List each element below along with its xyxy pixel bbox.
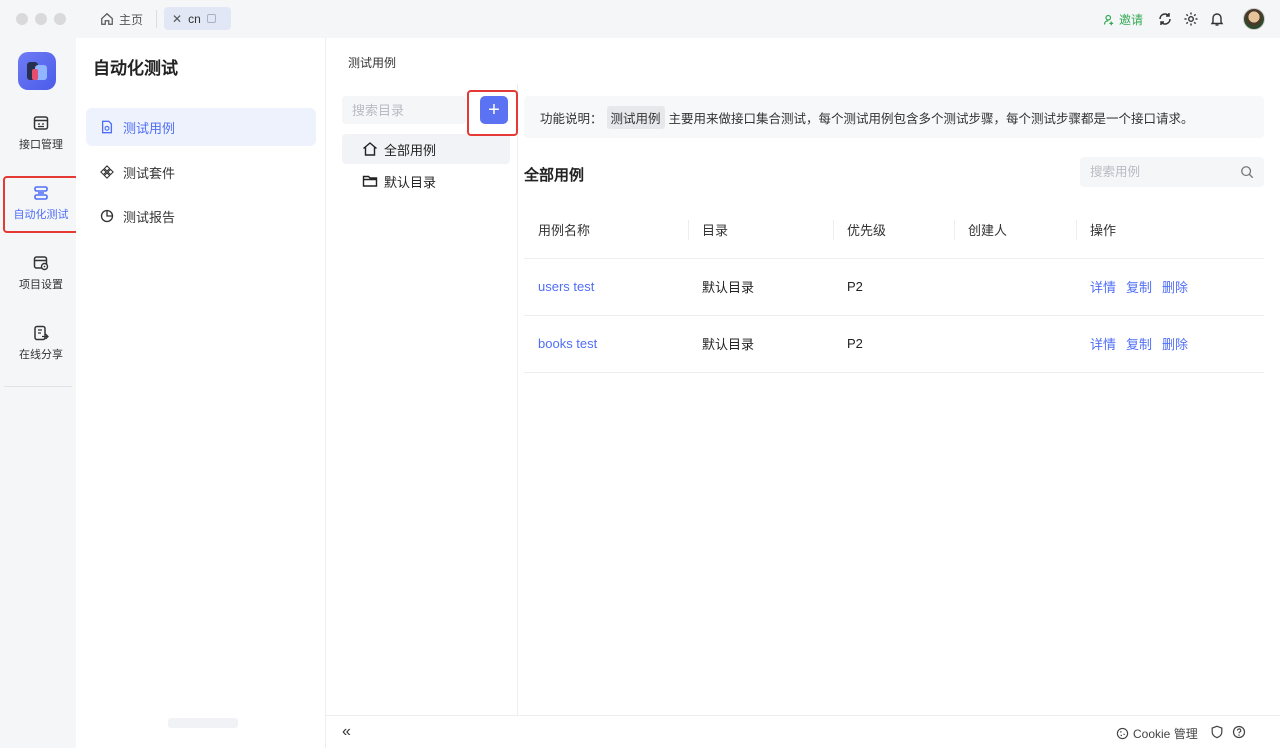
case-directory: 默认目录 [688,315,833,373]
column-header: 优先级 [833,202,954,259]
case-priority: P2 [833,315,954,373]
case-creator [954,315,1076,373]
settings-panel-icon [33,255,49,270]
sidebar-item-project-settings[interactable]: 项目设置 [4,246,78,300]
home-icon [101,12,113,25]
shield-icon[interactable] [1210,725,1224,739]
directory-panel: + 全部用例 默认目录 [326,84,518,715]
sidebar-item-api-management[interactable]: 接口管理 [4,106,78,160]
window-close-button[interactable] [16,13,28,25]
detail-button[interactable]: 详情 [1090,280,1116,295]
table-header-row: 用例名称 目录 优先级 创建人 操作 [524,202,1264,259]
sidebar-item-online-share[interactable]: 在线分享 [4,316,78,370]
highlight-box-nav [3,176,79,233]
column-header: 创建人 [954,202,1076,259]
menu-item-test-suites[interactable]: 测试套件 [86,153,316,191]
description-prefix: 功能说明： [540,111,603,126]
menu-item-test-reports[interactable]: 测试报告 [86,197,316,235]
table-row: books test 默认目录 P2 详情 复制 删除 [524,315,1264,373]
folder-icon [362,175,378,187]
avatar[interactable] [1243,8,1265,30]
faded-logo [168,718,238,728]
description-text: 主要用来做接口集合测试，每个测试用例包含多个测试步骤，每个测试步骤都是一个接口请… [668,111,1194,126]
tab-project-label: cn [188,11,201,26]
copy-button[interactable]: 复制 [1126,337,1152,352]
cookie-icon [1116,727,1129,740]
open-external-icon[interactable] [206,14,216,23]
tab-separator [156,10,157,28]
help-icon[interactable] [1232,725,1246,739]
app-sidebar: 接口管理 自动化测试 项目设置 在线分享 [0,38,76,748]
bottom-bar: « Cookie 管理 [326,715,1280,748]
list-title: 全部用例 [524,167,585,184]
sidebar-divider [4,386,72,387]
delete-button[interactable]: 删除 [1162,280,1188,295]
menu-item-test-cases[interactable]: 测试用例 [86,108,316,146]
sidebar-item-label: 在线分享 [19,348,63,361]
share-doc-icon [34,325,49,340]
collapse-sidebar-button[interactable]: « [342,723,351,741]
case-search [1080,157,1264,187]
directory-item-label: 全部用例 [384,142,437,158]
highlight-box-add [467,90,518,136]
directory-item-label: 默认目录 [384,174,437,190]
case-search-input[interactable] [1080,157,1230,187]
case-content: 功能说明： 测试用例 主要用来做接口集合测试，每个测试用例包含多个测试步骤，每个… [524,84,1268,715]
tab-home[interactable]: 主页 [100,8,143,30]
invite-label: 邀请 [1119,13,1144,27]
detail-button[interactable]: 详情 [1090,337,1116,352]
cookie-manager-button[interactable]: Cookie 管理 [1116,725,1198,742]
case-actions: 详情 复制 删除 [1076,315,1264,373]
menu-item-label: 测试报告 [123,209,176,225]
tab-project[interactable]: ✕ cn [164,7,231,30]
menu-item-label: 测试用例 [123,120,176,136]
title-bar: 主页 ✕ cn 邀请 [0,0,1280,38]
suite-icon [100,165,114,179]
menu-item-label: 测试套件 [123,165,176,181]
invite-button[interactable]: 邀请 [1103,11,1143,28]
feature-description: 功能说明： 测试用例 主要用来做接口集合测试，每个测试用例包含多个测试步骤，每个… [524,96,1264,138]
column-header: 用例名称 [524,202,688,259]
bell-icon[interactable] [1209,11,1225,27]
case-creator [954,258,1076,316]
case-table: 用例名称 目录 优先级 创建人 操作 users test 默认目录 P2 详情… [524,202,1264,373]
case-name-link[interactable]: books test [538,336,597,351]
directory-item-all[interactable]: 全部用例 [342,134,510,164]
close-icon[interactable]: ✕ [172,12,182,26]
column-header: 操作 [1076,202,1264,259]
copy-button[interactable]: 复制 [1126,280,1152,295]
doc-icon [101,120,113,134]
description-tag: 测试用例 [606,105,665,129]
case-actions: 详情 复制 删除 [1076,258,1264,316]
directory-item-default[interactable]: 默认目录 [342,166,510,196]
search-icon[interactable] [1240,165,1254,179]
window-minimize-button[interactable] [35,13,47,25]
api-icon [33,115,49,130]
case-name-link[interactable]: users test [538,279,594,294]
home-icon [363,142,377,156]
sidebar-item-label: 接口管理 [19,138,63,151]
sidebar-item-label: 项目设置 [19,278,63,291]
pie-chart-icon [100,209,114,223]
column-header: 目录 [688,202,833,259]
module-panel: 自动化测试 测试用例 测试套件 测试报告 [76,38,326,748]
table-row: users test 默认目录 P2 详情 复制 删除 [524,258,1264,316]
module-title: 自动化测试 [93,59,178,78]
tab-home-label: 主页 [119,12,144,27]
sync-icon[interactable] [1157,11,1173,27]
cookie-label: Cookie 管理 [1133,727,1198,741]
app-logo [18,52,56,90]
directory-search-input[interactable] [342,96,466,124]
gear-icon[interactable] [1183,11,1199,27]
main-area: 测试用例 + 全部用例 默认目录 功能说明： 测试用例 主要用来做接口集合测试，… [326,38,1280,748]
case-priority: P2 [833,258,954,316]
window-maximize-button[interactable] [54,13,66,25]
breadcrumb: 测试用例 [348,56,397,70]
case-directory: 默认目录 [688,258,833,316]
delete-button[interactable]: 删除 [1162,337,1188,352]
add-user-icon [1103,14,1114,25]
